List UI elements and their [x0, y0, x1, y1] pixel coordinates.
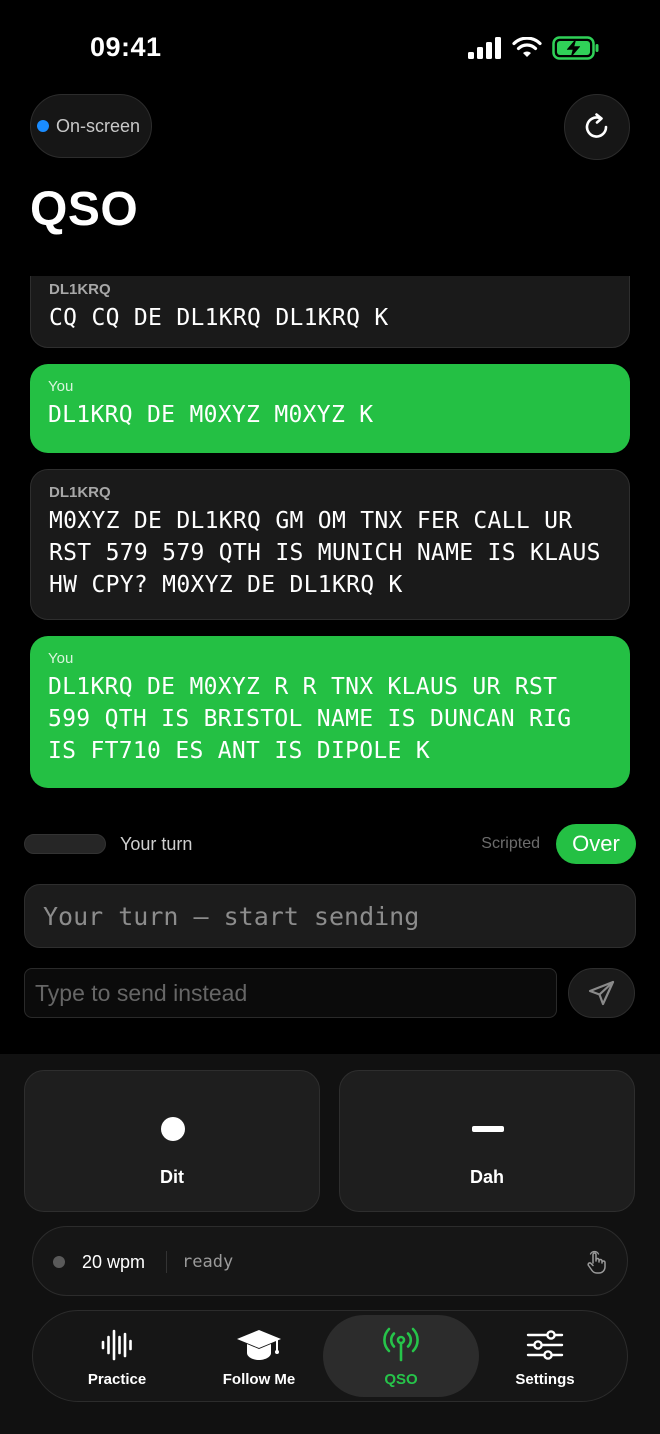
- reload-icon: [585, 113, 608, 138]
- tab-qso[interactable]: QSO: [323, 1315, 479, 1397]
- keyer-status: ready: [182, 1252, 234, 1272]
- message-bubble-sent: You DL1KRQ DE M0XYZ M0XYZ K: [30, 364, 630, 453]
- message-sender: You: [48, 378, 74, 395]
- paper-plane-icon: [588, 980, 614, 1006]
- turn-row: Your turn Scripted Over: [24, 824, 636, 864]
- tab-label: QSO: [384, 1371, 418, 1388]
- tab-bar: Practice Follow Me QSO Settings: [32, 1310, 628, 1402]
- message-list[interactable]: DL1KRQ CQ CQ DE DL1KRQ DL1KRQ K You DL1K…: [0, 276, 660, 796]
- wpm-value: 20 wpm: [82, 1252, 146, 1272]
- send-prompt: Your turn — start sending: [43, 901, 420, 931]
- status-time: 09:41: [90, 32, 162, 62]
- message-text: M0XYZ DE DL1KRQ GM OM TNX FER CALL UR RS…: [49, 508, 601, 598]
- message-sender: You: [48, 650, 74, 667]
- message-sender: DL1KRQ: [49, 281, 111, 298]
- waveform-icon: [101, 1329, 132, 1361]
- message-text: CQ CQ DE DL1KRQ DL1KRQ K: [49, 305, 389, 331]
- turn-indicator: [24, 834, 106, 854]
- turn-label: Your turn: [120, 834, 193, 854]
- antenna-icon: [383, 1327, 419, 1362]
- morse-send-area[interactable]: Your turn — start sending: [24, 884, 636, 948]
- dit-key-button[interactable]: Dit: [24, 1070, 320, 1212]
- speed-status-bar[interactable]: 20 wpm ready: [32, 1226, 628, 1296]
- message-bubble-sent: You DL1KRQ DE M0XYZ R R TNX KLAUS UR RST…: [30, 636, 630, 788]
- cellular-signal-icon: [468, 37, 501, 59]
- status-icons: [468, 36, 600, 60]
- message-sender: DL1KRQ: [49, 484, 111, 501]
- tab-practice[interactable]: Practice: [39, 1315, 195, 1397]
- page-title: QSO: [30, 183, 139, 236]
- keyer-panel: Dit Dah 20 wpm ready Practice Follow Me …: [0, 1054, 660, 1434]
- dash-icon: [472, 1126, 504, 1132]
- status-bar: 09:41: [0, 0, 660, 96]
- message-bubble-received: DL1KRQ M0XYZ DE DL1KRQ GM OM TNX FER CAL…: [30, 469, 630, 620]
- touch-hand-icon[interactable]: [585, 1250, 607, 1274]
- sliders-icon: [526, 1330, 564, 1360]
- message-text: DL1KRQ DE M0XYZ M0XYZ K: [48, 402, 374, 428]
- tab-settings[interactable]: Settings: [467, 1315, 623, 1397]
- tab-follow-me[interactable]: Follow Me: [181, 1315, 337, 1397]
- over-button[interactable]: Over: [556, 824, 636, 864]
- dah-key-button[interactable]: Dah: [339, 1070, 635, 1212]
- tab-label: Settings: [515, 1371, 575, 1388]
- reload-button[interactable]: [564, 94, 630, 160]
- scripted-label[interactable]: Scripted: [481, 835, 540, 853]
- tab-label: Practice: [87, 1371, 147, 1388]
- message-bubble-received: DL1KRQ CQ CQ DE DL1KRQ DL1KRQ K: [30, 276, 630, 348]
- type-to-send-input[interactable]: [24, 968, 557, 1018]
- activity-dot: [53, 1256, 65, 1268]
- dit-label: Dit: [160, 1167, 184, 1187]
- divider: [166, 1251, 167, 1273]
- graduation-cap-icon: [237, 1330, 281, 1360]
- wifi-icon: [512, 37, 542, 57]
- tab-label: Follow Me: [222, 1371, 296, 1388]
- dot-icon: [161, 1117, 185, 1141]
- onscreen-label: On-screen: [56, 115, 141, 136]
- message-text: DL1KRQ DE M0XYZ R R TNX KLAUS UR RST 599…: [48, 674, 572, 764]
- status-dot: [37, 120, 49, 132]
- onscreen-toggle[interactable]: On-screen: [30, 94, 152, 158]
- battery-charging-icon: [552, 36, 599, 60]
- send-button[interactable]: [568, 968, 635, 1018]
- dah-label: Dah: [469, 1167, 504, 1187]
